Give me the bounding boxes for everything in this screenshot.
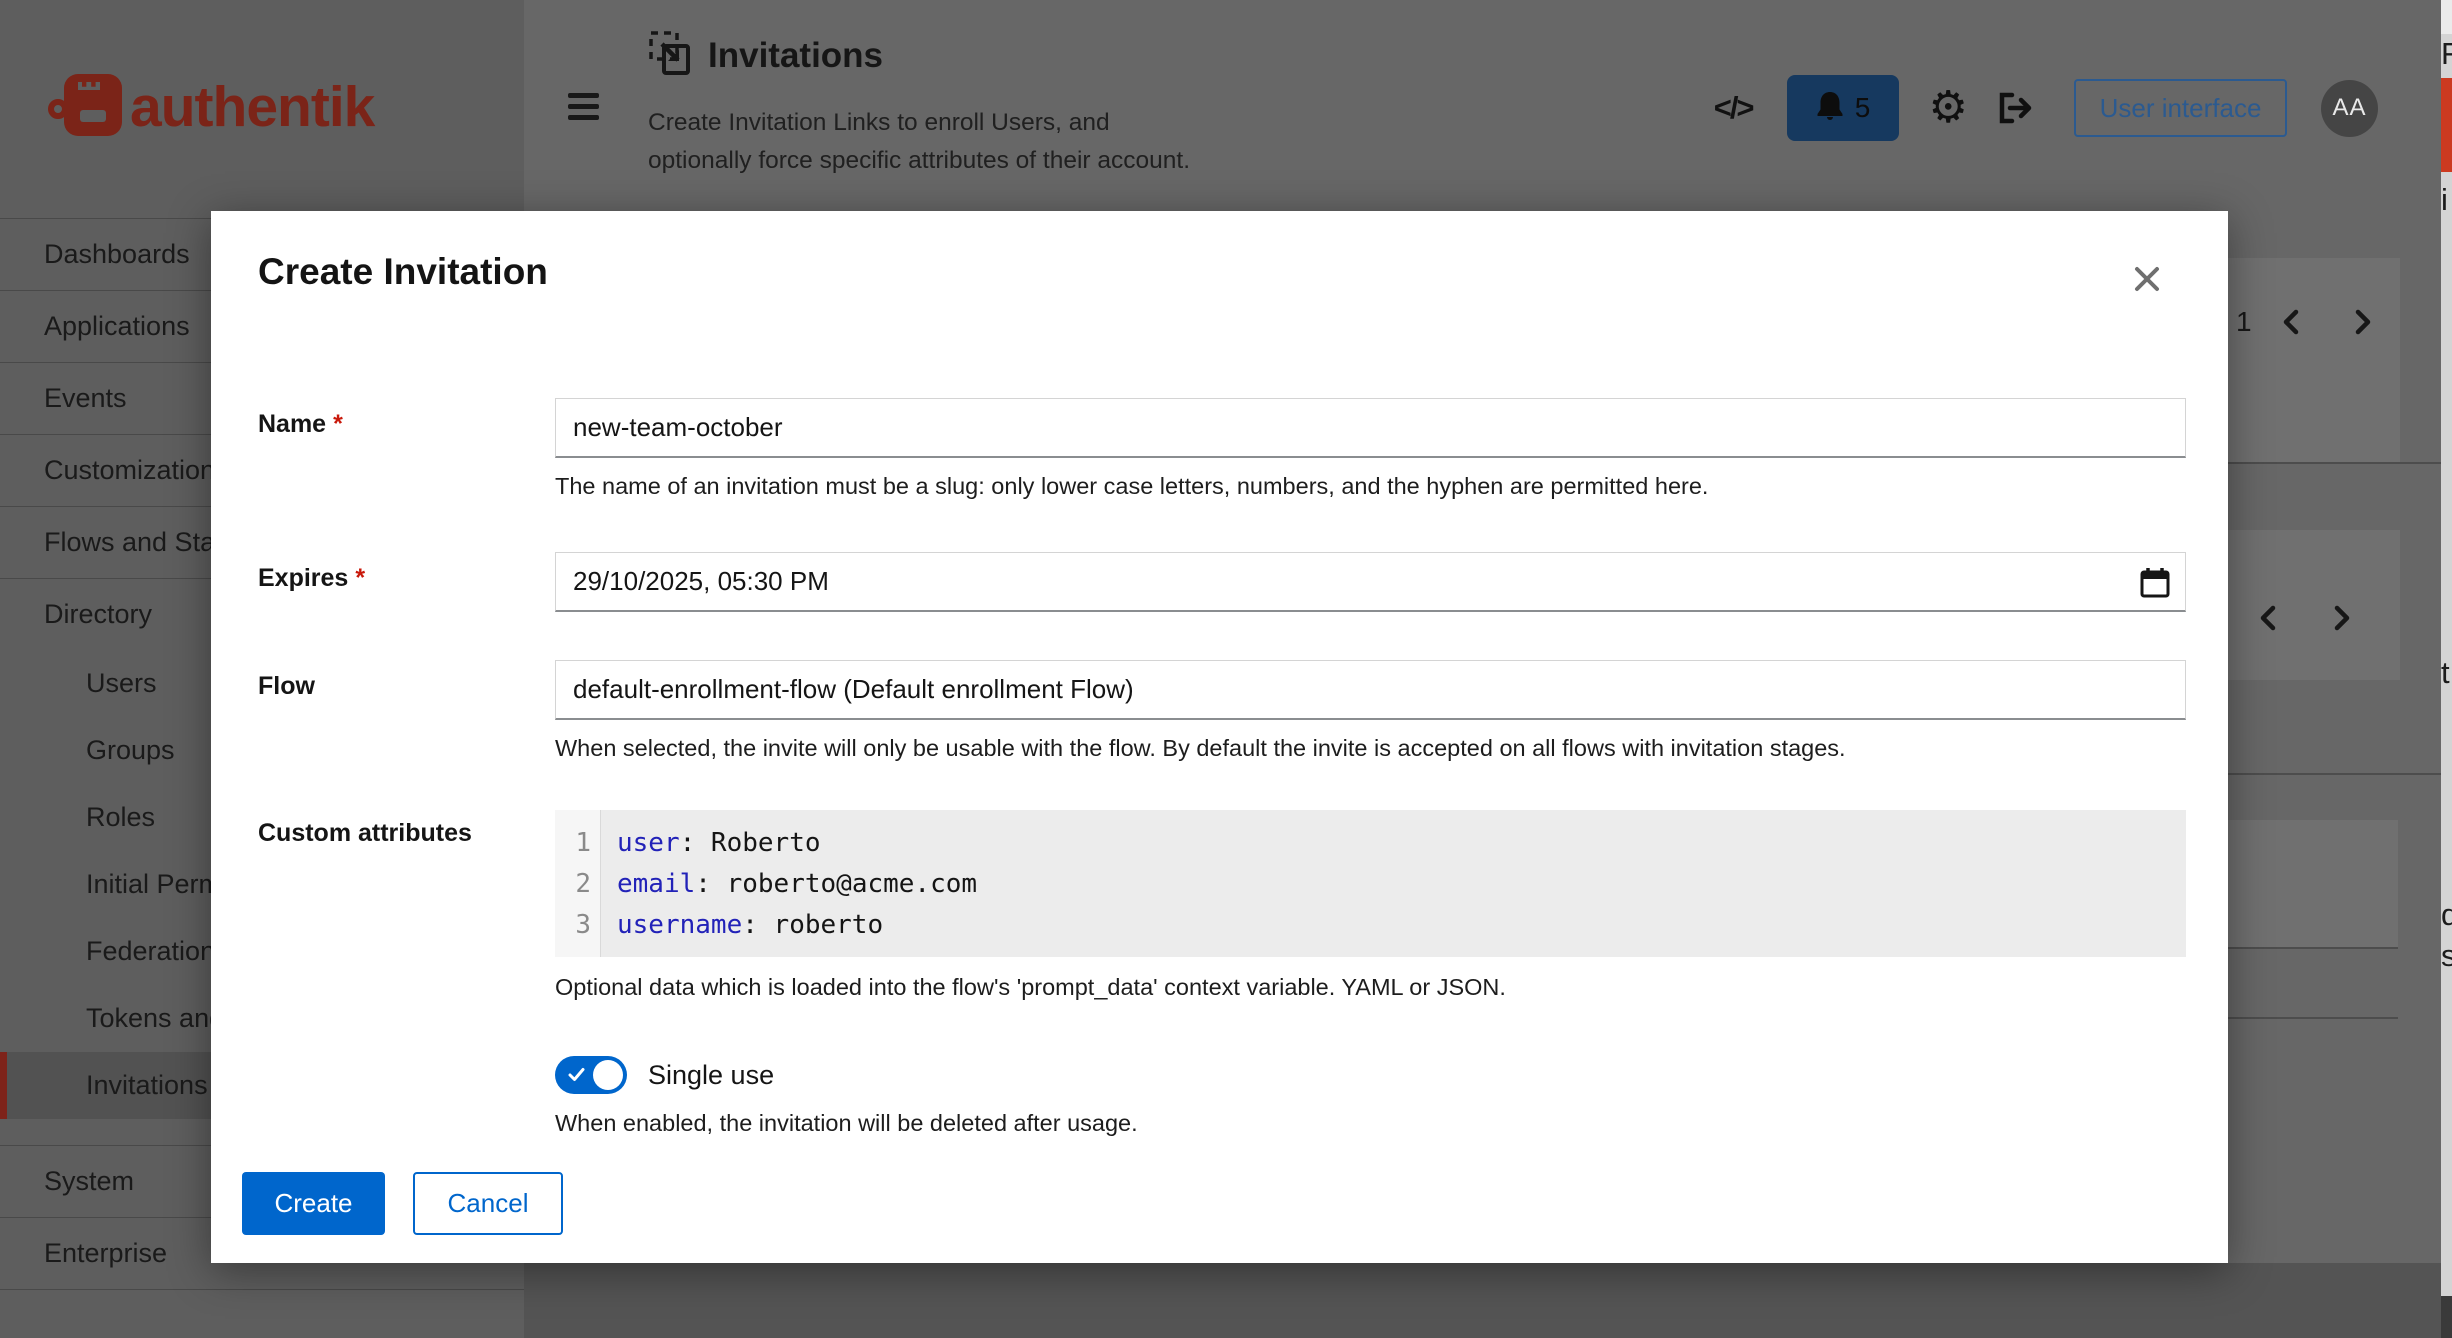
edge-dark-block (2441, 1296, 2452, 1338)
pagination-next-icon[interactable] (2350, 307, 2376, 337)
single-use-label: Single use (648, 1060, 774, 1091)
notification-count-badge: 5 (1855, 92, 1871, 124)
settings-gear-icon[interactable]: ⚙ (1929, 86, 1968, 130)
pagination-prev-icon[interactable] (2255, 603, 2281, 633)
api-code-icon[interactable]: </> (1714, 90, 1753, 126)
expires-label: Expires* (258, 564, 365, 593)
flow-help-text: When selected, the invite will only be u… (555, 735, 1846, 762)
pagination-top: 1 (2236, 300, 2376, 344)
name-input[interactable]: new-team-october (555, 398, 2186, 458)
cancel-button[interactable]: Cancel (413, 1172, 563, 1235)
code-editor-content: user: Roberto email: roberto@acme.com us… (601, 810, 977, 957)
code-line: user: Roberto (617, 823, 977, 864)
create-button[interactable]: Create (242, 1172, 385, 1235)
background-divider (2228, 462, 2441, 464)
code-line: username: roberto (617, 905, 977, 946)
app-screen: authentik Dashboards Applications Events… (0, 0, 2452, 1338)
edge-text-fragment: d (2441, 897, 2452, 933)
name-label: Name* (258, 410, 343, 439)
edge-text-fragment: F (2441, 36, 2452, 72)
authentik-logo[interactable]: authentik (0, 0, 524, 218)
custom-attributes-code-editor[interactable]: 1 2 3 user: Roberto email: roberto@acme.… (555, 810, 2186, 957)
close-icon[interactable] (2127, 259, 2167, 299)
flow-label: Flow (258, 672, 315, 701)
create-invitation-modal: Create Invitation Name* new-team-october… (211, 211, 2228, 1263)
sign-out-icon[interactable] (1996, 90, 2034, 126)
required-marker: * (333, 410, 343, 438)
top-bar: Invitations Create Invitation Links to e… (524, 0, 2441, 216)
page-description: Create Invitation Links to enroll Users,… (648, 104, 1288, 180)
brand-name: authentik (130, 74, 374, 140)
check-icon (568, 1067, 585, 1083)
calendar-icon[interactable] (2139, 566, 2171, 607)
custom-attributes-label: Custom attributes (258, 819, 472, 848)
code-editor-gutter: 1 2 3 (555, 810, 601, 957)
background-table-area (524, 1263, 2441, 1338)
avatar[interactable]: AA (2321, 80, 2378, 137)
background-card (2228, 258, 2400, 462)
pagination-prev-icon[interactable] (2278, 307, 2304, 337)
menu-toggle-button[interactable] (568, 93, 599, 124)
flow-select[interactable]: default-enrollment-flow (Default enrollm… (555, 660, 2186, 720)
edge-text-fragment: s (2441, 938, 2452, 974)
invitation-stamp-icon (648, 30, 692, 81)
pagination-current-page[interactable]: 1 (2236, 306, 2252, 338)
bell-icon (1815, 90, 1845, 127)
sidebar-divider (0, 1289, 524, 1290)
single-use-toggle[interactable] (555, 1056, 627, 1094)
code-line: email: roberto@acme.com (617, 864, 977, 905)
pagination-next-icon[interactable] (2329, 603, 2355, 633)
name-help-text: The name of an invitation must be a slug… (555, 473, 1708, 500)
window-edge-strip: F i t d s (2441, 0, 2452, 1338)
edge-text-fragment: t (2441, 655, 2452, 691)
page-title: Invitations (708, 36, 883, 76)
toggle-knob (593, 1060, 623, 1090)
edge-red-block (2441, 78, 2452, 172)
background-divider (2228, 773, 2441, 775)
notifications-button[interactable]: 5 (1787, 75, 1899, 141)
background-divider (2228, 1017, 2398, 1019)
single-use-help-text: When enabled, the invitation will be del… (555, 1110, 1138, 1137)
background-card (2228, 820, 2398, 947)
pagination-bottom (2255, 600, 2355, 636)
user-interface-button[interactable]: User interface (2074, 79, 2287, 137)
edge-text-fragment: i (2441, 182, 2452, 218)
logo-mark-icon (64, 74, 122, 136)
modal-title: Create Invitation (258, 251, 548, 293)
expires-datetime-input[interactable]: 29/10/2025, 05:30 PM (555, 552, 2186, 612)
custom-attributes-help-text: Optional data which is loaded into the f… (555, 974, 1506, 1001)
required-marker: * (355, 564, 365, 592)
background-divider (2228, 947, 2398, 949)
